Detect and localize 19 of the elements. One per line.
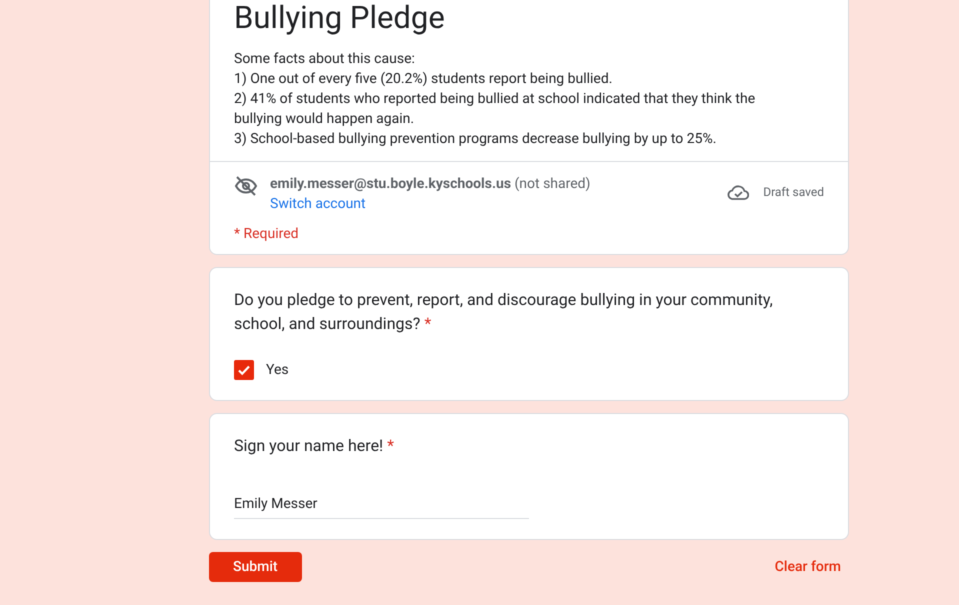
draft-status: Draft saved — [763, 185, 824, 199]
cloud-check-icon — [727, 184, 750, 200]
question-title: Sign your name here! * — [234, 435, 396, 457]
description-line: Some facts about this cause: — [234, 50, 416, 69]
checkbox[interactable] — [234, 360, 254, 380]
description-line: 3) School-based bullying prevention programs decrease bullying by up to 25%. — [234, 130, 718, 149]
form-title: Bullying Pledge — [233, 0, 446, 38]
clear-form-button[interactable]: Clear form — [766, 552, 849, 582]
description-line: 2) 41% of students who reported being bullied at school indicated that they think the bullying would happen again. — [234, 90, 756, 129]
description-line: 1) One out of every five (20.2%) students report being bullied. — [234, 70, 614, 89]
submit-button[interactable]: Submit — [209, 552, 302, 582]
name-input-field[interactable]: Emily Messer — [234, 496, 529, 519]
account-email: emily.messer@stu.boyle.kyschools.us (not shared) — [270, 175, 592, 194]
option-label: Yes — [266, 362, 289, 378]
hidden-eye-icon — [234, 174, 258, 198]
question-title: Do you pledge to prevent, report, and discourage bullying in your community, school, and surroundings? * — [234, 289, 774, 335]
check-icon — [237, 363, 251, 377]
required-note: * Required — [234, 226, 299, 242]
switch-account-link[interactable]: Switch account — [270, 194, 366, 214]
